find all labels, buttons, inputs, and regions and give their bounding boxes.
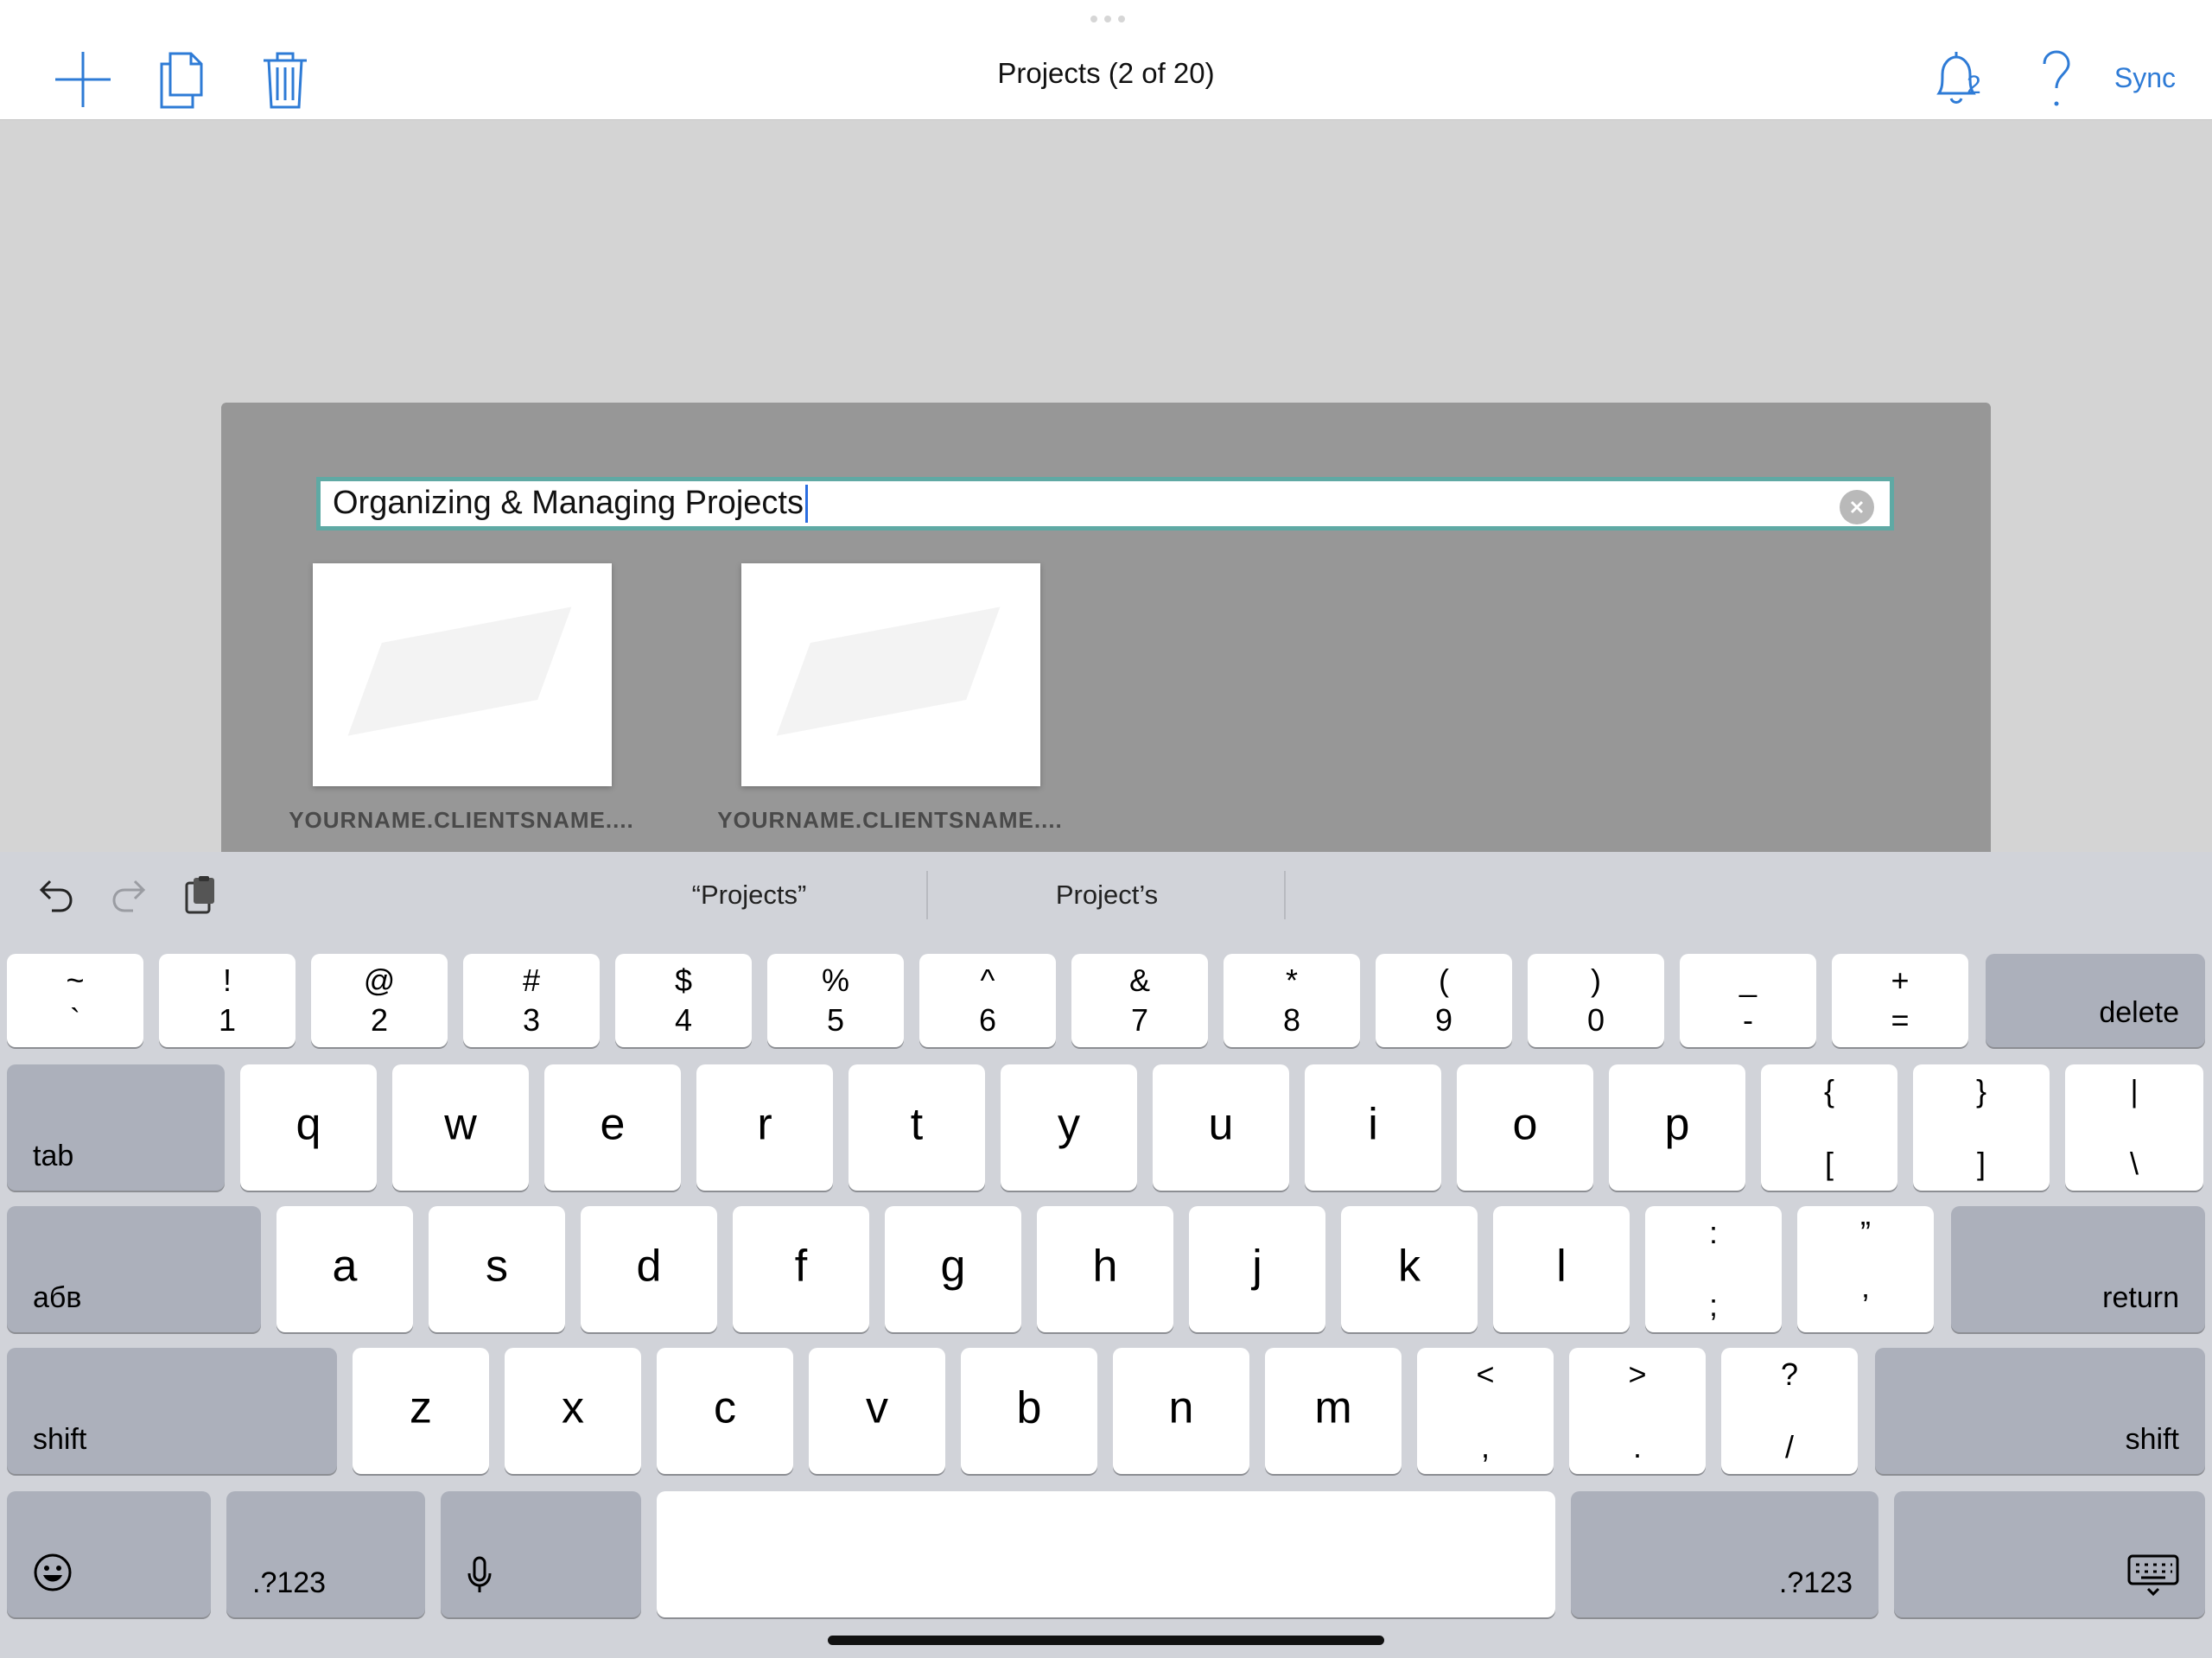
number-key[interactable]: & 7	[1071, 954, 1208, 1047]
left-shift-key[interactable]: shift	[7, 1348, 337, 1474]
project-thumbnail-label: YOURNAME.CLIENTSNAME....	[289, 807, 634, 833]
suggestion-item[interactable]: “Projects”	[570, 869, 928, 921]
letter-key-b[interactable]: b	[961, 1348, 1097, 1474]
letter-key-e[interactable]: e	[544, 1064, 681, 1191]
clear-icon	[1850, 500, 1864, 514]
symbol-key[interactable]: ? /	[1721, 1348, 1858, 1474]
rename-project-panel: Organizing & Managing Projects YOURNAME.…	[221, 403, 1991, 852]
language-key[interactable]: абв	[7, 1206, 261, 1332]
return-key[interactable]: return	[1951, 1206, 2205, 1332]
notifications-button[interactable]: 2	[1930, 48, 1996, 111]
numbers-key-left[interactable]: .?123	[226, 1491, 425, 1617]
text-caret	[804, 485, 808, 524]
letter-key-x[interactable]: x	[505, 1348, 641, 1474]
space-key[interactable]	[657, 1491, 1555, 1617]
letter-key-z[interactable]: z	[353, 1348, 489, 1474]
project-thumbnail[interactable]	[741, 563, 1040, 786]
symbol-key[interactable]: }]	[1913, 1064, 2050, 1191]
suggestion-bar: “Projects” Project’s	[0, 852, 2212, 938]
number-key[interactable]: $4	[615, 954, 752, 1047]
letter-key-o[interactable]: o	[1457, 1064, 1593, 1191]
letter-key-k[interactable]: k	[1341, 1206, 1478, 1332]
letter-key-m[interactable]: m	[1265, 1348, 1402, 1474]
number-key[interactable]: ) 0	[1528, 954, 1664, 1047]
right-shift-key[interactable]: shift	[1875, 1348, 2205, 1474]
redo-button[interactable]	[111, 878, 147, 917]
help-icon	[2043, 50, 2070, 106]
clipboard-icon	[185, 876, 214, 914]
home-indicator[interactable]	[828, 1636, 1384, 1645]
symbol-key[interactable]: ”’	[1797, 1206, 1934, 1332]
redo-icon	[112, 880, 146, 912]
letter-key-i[interactable]: i	[1305, 1064, 1441, 1191]
symbol-key[interactable]: :;	[1645, 1206, 1782, 1332]
window-grabber[interactable]	[1090, 16, 1125, 22]
letter-key-c[interactable]: c	[657, 1348, 793, 1474]
document-preview	[347, 607, 572, 736]
symbol-key[interactable]: {[	[1761, 1064, 1897, 1191]
numbers-key-right[interactable]: .?123	[1571, 1491, 1878, 1617]
symbol-key[interactable]: | \	[2065, 1064, 2203, 1191]
number-key[interactable]: _ -	[1680, 954, 1816, 1047]
sync-button[interactable]: Sync	[2114, 62, 2176, 94]
letter-key-q[interactable]: q	[240, 1064, 377, 1191]
letter-key-y[interactable]: y	[1001, 1064, 1137, 1191]
symbol-key[interactable]: <,	[1417, 1348, 1554, 1474]
letter-key-f[interactable]: f	[733, 1206, 869, 1332]
document-preview	[776, 607, 1001, 736]
number-key[interactable]: ~ `	[7, 954, 143, 1047]
dismiss-keyboard-key[interactable]	[1894, 1491, 2205, 1617]
clear-text-button[interactable]	[1840, 490, 1874, 524]
emoji-key[interactable]	[7, 1491, 211, 1617]
bell-icon	[1936, 52, 1976, 104]
symbol-key[interactable]: >.	[1569, 1348, 1706, 1474]
number-key[interactable]: #3	[463, 954, 600, 1047]
project-name-value: Organizing & Managing Projects	[321, 485, 808, 524]
letter-key-t[interactable]: t	[849, 1064, 985, 1191]
letter-key-g[interactable]: g	[885, 1206, 1021, 1332]
number-key[interactable]: ^ 6	[919, 954, 1056, 1047]
letter-key-l[interactable]: l	[1493, 1206, 1630, 1332]
number-key[interactable]: (9	[1376, 954, 1512, 1047]
undo-icon	[39, 880, 73, 912]
notification-badge: 2	[1967, 71, 1981, 99]
keyboard-hide-icon	[2127, 1554, 2179, 1602]
number-key[interactable]: * 8	[1224, 954, 1360, 1047]
microphone-icon	[467, 1556, 493, 1598]
letter-key-p[interactable]: p	[1609, 1064, 1745, 1191]
project-thumbnail[interactable]	[313, 563, 612, 786]
dictation-key[interactable]	[441, 1491, 641, 1617]
undo-button[interactable]	[38, 878, 74, 917]
letter-key-w[interactable]: w	[392, 1064, 529, 1191]
tab-key[interactable]: tab	[7, 1064, 225, 1191]
letter-key-a[interactable]: a	[276, 1206, 413, 1332]
number-key[interactable]: ! 1	[159, 954, 296, 1047]
delete-key[interactable]: delete	[1986, 954, 2205, 1047]
page-title: Projects (2 of 20)	[997, 57, 1215, 89]
suggestion-item[interactable]: Project’s	[928, 869, 1286, 921]
toolbar: Projects (2 of 20) 2 Sync	[0, 0, 2212, 120]
emoji-icon	[33, 1553, 73, 1597]
project-thumbnail-label: YOURNAME.CLIENTSNAME....	[717, 807, 1063, 833]
letter-key-r[interactable]: r	[696, 1064, 833, 1191]
letter-key-h[interactable]: h	[1037, 1206, 1173, 1332]
help-button[interactable]	[2039, 48, 2074, 111]
number-key[interactable]: + =	[1832, 954, 1968, 1047]
letter-key-s[interactable]: s	[429, 1206, 565, 1332]
letter-key-v[interactable]: v	[809, 1348, 945, 1474]
letter-key-u[interactable]: u	[1153, 1064, 1289, 1191]
paste-button[interactable]	[183, 874, 218, 920]
on-screen-keyboard: “Projects” Project’s delete tab абв retu…	[0, 852, 2212, 1658]
number-key[interactable]: @2	[311, 954, 448, 1047]
letter-key-d[interactable]: d	[581, 1206, 717, 1332]
project-name-input[interactable]: Organizing & Managing Projects	[316, 477, 1894, 530]
letter-key-n[interactable]: n	[1113, 1348, 1249, 1474]
suggestion-divider	[1284, 871, 1286, 919]
letter-key-j[interactable]: j	[1189, 1206, 1325, 1332]
number-key[interactable]: % 5	[767, 954, 904, 1047]
